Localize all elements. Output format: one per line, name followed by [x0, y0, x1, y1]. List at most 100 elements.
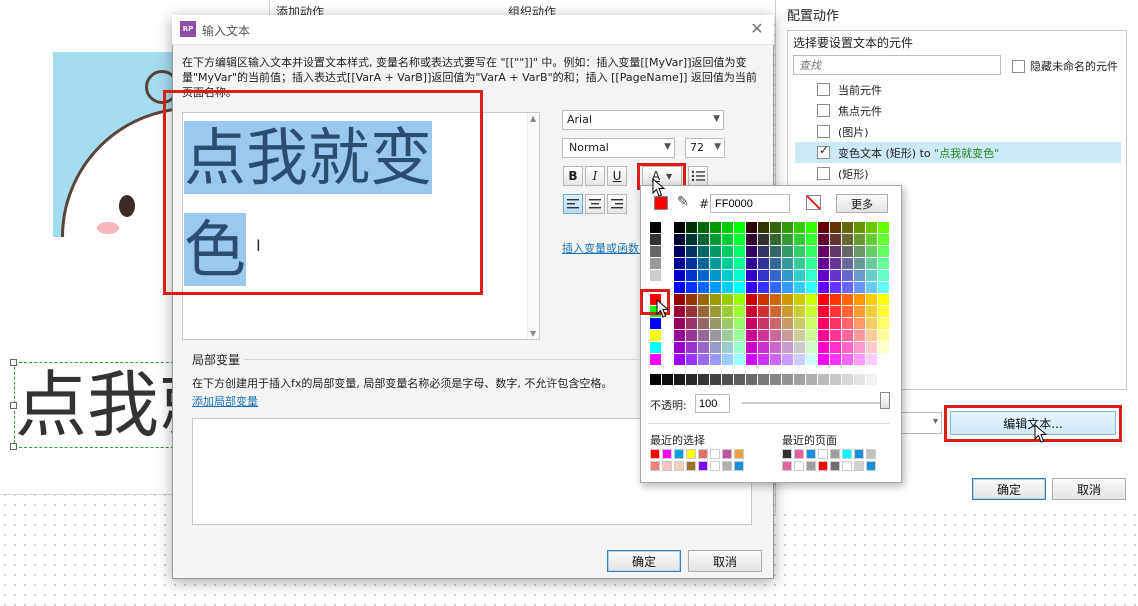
gray-swatch[interactable] — [794, 374, 805, 385]
color-swatch[interactable] — [878, 318, 889, 329]
color-swatch[interactable] — [746, 354, 757, 365]
no-color-icon[interactable] — [806, 195, 821, 210]
color-swatch[interactable] — [806, 282, 817, 293]
color-swatch[interactable] — [722, 318, 733, 329]
color-swatch[interactable] — [734, 258, 745, 269]
color-swatch[interactable] — [782, 222, 793, 233]
color-swatch[interactable] — [818, 222, 829, 233]
hide-unnamed-toggle[interactable]: 隐藏未命名的元件 — [1012, 58, 1118, 74]
color-swatch[interactable] — [650, 258, 661, 269]
gray-swatch[interactable] — [782, 374, 793, 385]
recent-color-swatch[interactable] — [674, 449, 684, 459]
color-swatch[interactable] — [806, 270, 817, 281]
color-swatch[interactable] — [734, 270, 745, 281]
color-swatch[interactable] — [686, 258, 697, 269]
color-swatch[interactable] — [830, 234, 841, 245]
color-swatch[interactable] — [758, 330, 769, 341]
color-swatch[interactable] — [734, 306, 745, 317]
gray-swatch[interactable] — [854, 374, 865, 385]
color-swatch[interactable] — [758, 342, 769, 353]
add-local-var-link[interactable]: 添加局部变量 — [192, 393, 258, 409]
recent-color-swatch[interactable] — [722, 449, 732, 459]
color-swatch[interactable] — [734, 294, 745, 305]
color-swatch[interactable] — [866, 270, 877, 281]
color-swatch[interactable] — [866, 258, 877, 269]
color-swatch[interactable] — [698, 330, 709, 341]
color-swatch[interactable] — [722, 234, 733, 245]
color-swatch[interactable] — [758, 270, 769, 281]
color-swatch[interactable] — [710, 234, 721, 245]
color-swatch[interactable] — [818, 330, 829, 341]
color-swatch[interactable] — [770, 270, 781, 281]
color-swatch[interactable] — [686, 282, 697, 293]
color-swatch[interactable] — [782, 354, 793, 365]
color-swatch[interactable] — [866, 342, 877, 353]
gray-swatch[interactable] — [650, 374, 661, 385]
recent-color-swatch[interactable] — [842, 449, 852, 459]
color-swatch[interactable] — [698, 222, 709, 233]
color-swatch[interactable] — [782, 270, 793, 281]
color-swatch[interactable] — [770, 294, 781, 305]
color-swatch[interactable] — [674, 282, 685, 293]
gray-swatch[interactable] — [758, 374, 769, 385]
color-swatch[interactable] — [794, 282, 805, 293]
gray-swatch[interactable] — [878, 374, 889, 385]
color-swatch[interactable] — [878, 354, 889, 365]
color-swatch[interactable] — [686, 234, 697, 245]
recent-color-swatch[interactable] — [734, 449, 744, 459]
color-swatch[interactable] — [650, 282, 661, 293]
color-swatch[interactable] — [866, 306, 877, 317]
insert-variable-link[interactable]: 插入变量或函数... — [562, 240, 640, 256]
color-swatch[interactable] — [818, 270, 829, 281]
color-swatch[interactable] — [806, 234, 817, 245]
recent-color-swatch[interactable] — [794, 449, 804, 459]
color-swatch[interactable] — [674, 354, 685, 365]
color-swatch[interactable] — [842, 354, 853, 365]
color-swatch[interactable] — [794, 270, 805, 281]
color-swatch[interactable] — [854, 318, 865, 329]
more-colors-button[interactable]: 更多 — [836, 194, 888, 213]
color-swatch[interactable] — [794, 246, 805, 257]
color-swatch[interactable] — [842, 330, 853, 341]
color-swatch[interactable] — [734, 330, 745, 341]
opacity-slider-thumb[interactable] — [880, 392, 890, 409]
gray-swatch[interactable] — [662, 374, 673, 385]
color-swatch[interactable] — [770, 354, 781, 365]
color-swatch[interactable] — [830, 294, 841, 305]
edit-text-button[interactable]: 编辑文本... — [950, 411, 1116, 435]
color-swatch[interactable] — [770, 234, 781, 245]
gray-swatch[interactable] — [674, 374, 685, 385]
bold-button[interactable]: B — [563, 166, 583, 186]
widget-list-item-selected[interactable]: 变色文本 (矩形) to "点我就变色" — [795, 142, 1121, 163]
color-swatch[interactable] — [710, 354, 721, 365]
resize-handle-tl[interactable] — [10, 359, 17, 366]
recent-color-swatch[interactable] — [866, 449, 876, 459]
color-swatch[interactable] — [830, 354, 841, 365]
gray-swatch[interactable] — [818, 374, 829, 385]
color-swatch[interactable] — [866, 354, 877, 365]
color-swatch[interactable] — [782, 246, 793, 257]
color-swatch[interactable] — [650, 330, 661, 341]
recent-color-swatch[interactable] — [698, 461, 708, 471]
gray-swatch[interactable] — [770, 374, 781, 385]
resize-handle-bl[interactable] — [10, 443, 17, 450]
color-swatch[interactable] — [782, 294, 793, 305]
color-swatch[interactable] — [674, 222, 685, 233]
color-swatch[interactable] — [746, 318, 757, 329]
color-swatch[interactable] — [722, 270, 733, 281]
color-swatch[interactable] — [830, 246, 841, 257]
color-swatch[interactable] — [866, 318, 877, 329]
recent-color-swatch[interactable] — [650, 449, 660, 459]
color-swatch[interactable] — [878, 294, 889, 305]
widget-list-item[interactable]: (矩形) — [795, 163, 1121, 184]
color-swatch[interactable] — [770, 318, 781, 329]
color-swatch[interactable] — [722, 342, 733, 353]
underline-button[interactable]: U — [607, 166, 627, 186]
widget-checkbox-checked[interactable] — [817, 143, 830, 159]
color-swatch[interactable] — [806, 258, 817, 269]
color-swatch[interactable] — [794, 306, 805, 317]
color-swatch[interactable] — [710, 318, 721, 329]
color-swatch[interactable] — [818, 318, 829, 329]
color-swatch[interactable] — [746, 258, 757, 269]
editor-selected-text[interactable]: 点我就变色 — [184, 112, 484, 296]
